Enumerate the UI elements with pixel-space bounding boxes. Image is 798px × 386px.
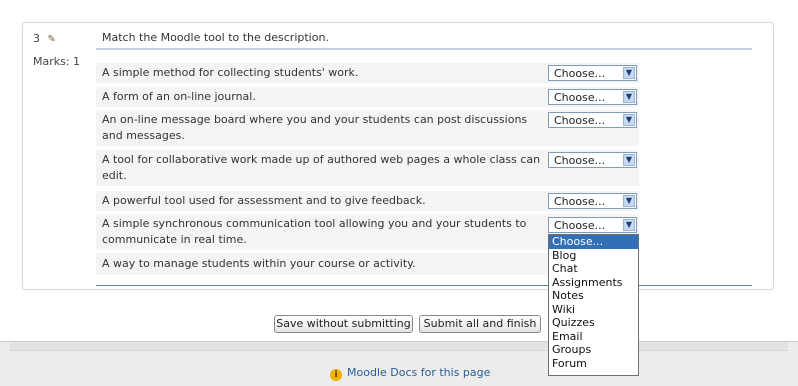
match-description-cont: and messages.: [102, 129, 185, 142]
dropdown-option[interactable]: Email: [549, 330, 638, 344]
dropdown-option[interactable]: Chat: [549, 262, 638, 276]
select-value: Choose...: [554, 114, 606, 127]
dropdown-list[interactable]: Choose... Blog Chat Assignments Notes Wi…: [548, 234, 639, 376]
dropdown-option[interactable]: Forum: [549, 357, 638, 371]
dropdown-option[interactable]: Groups: [549, 343, 638, 357]
dropdown-option[interactable]: Quizzes: [549, 316, 638, 330]
match-select[interactable]: Choose... ▼: [548, 193, 637, 209]
match-row: An on-line message board where you and y…: [96, 110, 639, 146]
question-text: Match the Moodle tool to the description…: [96, 26, 752, 50]
match-description: A powerful tool used for assessment and …: [102, 194, 426, 207]
dropdown-option[interactable]: Blog: [549, 249, 638, 263]
match-description-cont: communicate in real time.: [102, 233, 247, 246]
match-description-cont: edit.: [102, 169, 127, 182]
dropdown-option[interactable]: Choose...: [549, 235, 638, 249]
pencil-icon[interactable]: ✎: [48, 34, 56, 45]
select-value: Choose...: [554, 67, 606, 80]
footer-band: [10, 342, 788, 351]
info-icon: i: [330, 369, 342, 381]
dropdown-option[interactable]: Assignments: [549, 276, 638, 290]
chevron-down-icon[interactable]: ▼: [623, 67, 635, 79]
docs-link-text[interactable]: Moodle Docs for this page: [347, 366, 490, 379]
select-value: Choose...: [554, 195, 606, 208]
question-number: 3 ✎: [33, 32, 56, 45]
marks-label: Marks: 1: [33, 55, 81, 68]
match-select-open[interactable]: Choose... ▼: [548, 217, 637, 233]
match-description: A simple synchronous communication tool …: [102, 217, 527, 230]
match-select[interactable]: Choose... ▼: [548, 89, 637, 105]
match-row: A simple method for collecting students'…: [96, 63, 639, 83]
match-description: A tool for collaborative work made up of…: [102, 153, 541, 166]
submit-all-button[interactable]: Submit all and finish: [419, 315, 541, 333]
match-select[interactable]: Choose... ▼: [548, 65, 637, 81]
chevron-down-icon[interactable]: ▼: [623, 154, 635, 166]
save-without-submitting-button[interactable]: Save without submitting: [274, 315, 413, 333]
question-number-text: 3: [33, 32, 40, 45]
chevron-down-icon[interactable]: ▼: [623, 114, 635, 126]
dropdown-option[interactable]: Notes: [549, 289, 638, 303]
divider: [96, 285, 752, 286]
chevron-down-icon[interactable]: ▼: [623, 195, 635, 207]
select-value: Choose...: [554, 154, 606, 167]
match-description: An on-line message board where you and y…: [102, 113, 528, 126]
match-description: A way to manage students within your cou…: [102, 257, 416, 270]
chevron-down-icon[interactable]: ▼: [623, 219, 635, 231]
match-description: A form of an on-line journal.: [102, 90, 256, 103]
chevron-down-icon[interactable]: ▼: [623, 91, 635, 103]
match-row: A tool for collaborative work made up of…: [96, 150, 639, 186]
select-value: Choose...: [554, 91, 606, 104]
match-select[interactable]: Choose... ▼: [548, 152, 637, 168]
moodle-docs-link[interactable]: i Moodle Docs for this page: [330, 366, 490, 381]
match-row: A form of an on-line journal. Choose... …: [96, 87, 639, 107]
select-value: Choose...: [554, 219, 606, 232]
match-select[interactable]: Choose... ▼: [548, 112, 637, 128]
match-row: A powerful tool used for assessment and …: [96, 191, 639, 211]
match-description: A simple method for collecting students'…: [102, 66, 359, 79]
dropdown-option[interactable]: Wiki: [549, 303, 638, 317]
